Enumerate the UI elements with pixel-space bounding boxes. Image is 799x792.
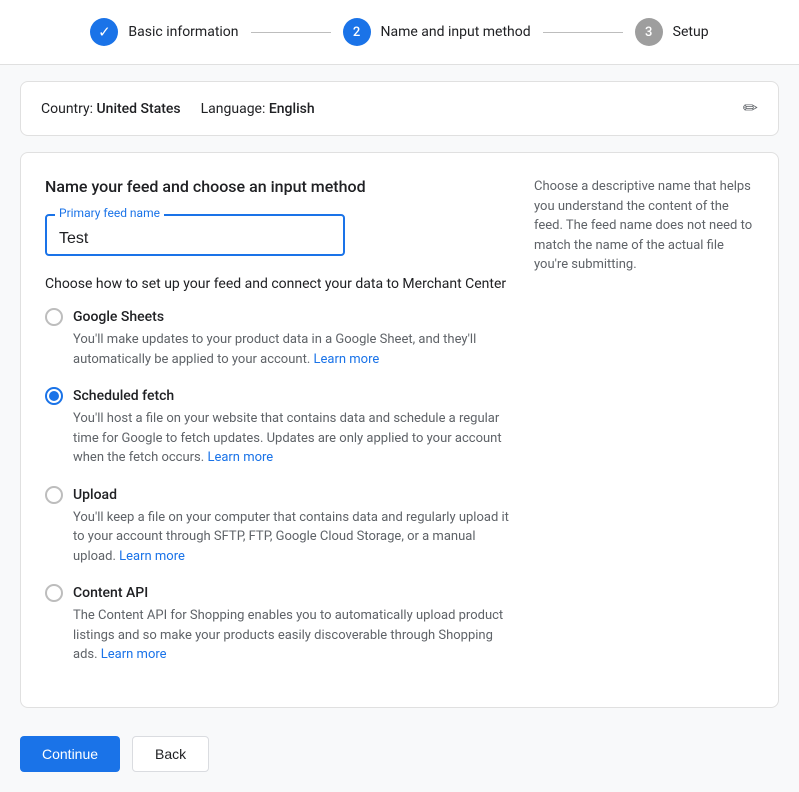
option-google-sheets-text: Google Sheets — [73, 309, 164, 325]
edit-icon[interactable]: ✏ — [743, 98, 758, 119]
main-content: Name your feed and choose an input metho… — [45, 177, 510, 683]
info-bar-left: Country: United States Language: English — [41, 101, 315, 117]
stepper: ✓ Basic information 2 Name and input met… — [0, 0, 799, 65]
option-content-api-text: Content API — [73, 585, 148, 601]
option-upload-text: Upload — [73, 487, 117, 503]
option-upload-label[interactable]: Upload — [45, 486, 510, 504]
step-name-and-input: 2 Name and input method — [343, 18, 531, 46]
radio-circle-scheduled-fetch[interactable] — [45, 387, 63, 405]
step-connector-1 — [251, 32, 331, 33]
option-content-api-label[interactable]: Content API — [45, 584, 510, 602]
radio-circle-content-api[interactable] — [45, 584, 63, 602]
continue-button[interactable]: Continue — [20, 736, 120, 772]
primary-feed-name-group: Primary feed name — [45, 214, 345, 256]
step-number-3: 3 — [645, 25, 652, 40]
step-circle-3: 3 — [635, 18, 663, 46]
google-sheets-learn-more[interactable]: Learn more — [313, 352, 379, 367]
step-label-3: Setup — [673, 24, 709, 40]
step-label-1: Basic information — [128, 24, 238, 40]
step-number-2: 2 — [353, 25, 360, 40]
radio-circle-google-sheets[interactable] — [45, 308, 63, 326]
step-connector-2 — [543, 32, 623, 33]
main-hint: Choose a descriptive name that helps you… — [534, 177, 754, 683]
step-label-2: Name and input method — [381, 24, 531, 40]
info-bar: Country: United States Language: English… — [20, 81, 779, 136]
step-circle-1: ✓ — [90, 18, 118, 46]
checkmark-icon: ✓ — [98, 23, 111, 41]
country-value: United States — [97, 101, 181, 117]
option-content-api: Content API The Content API for Shopping… — [45, 584, 510, 665]
bottom-bar: Continue Back — [0, 724, 799, 792]
choose-title: Choose how to set up your feed and conne… — [45, 276, 510, 292]
option-content-api-desc: The Content API for Shopping enables you… — [73, 606, 510, 665]
step-setup: 3 Setup — [635, 18, 709, 46]
option-scheduled-fetch-label[interactable]: Scheduled fetch — [45, 387, 510, 405]
radio-circle-upload[interactable] — [45, 486, 63, 504]
section-title: Name your feed and choose an input metho… — [45, 177, 510, 196]
option-google-sheets-desc: You'll make updates to your product data… — [73, 330, 510, 369]
primary-feed-input[interactable] — [45, 214, 345, 256]
option-upload: Upload You'll keep a file on your comput… — [45, 486, 510, 567]
option-google-sheets: Google Sheets You'll make updates to you… — [45, 308, 510, 369]
back-button[interactable]: Back — [132, 736, 209, 772]
language-info: Language: English — [201, 101, 315, 117]
step-basic-information: ✓ Basic information — [90, 18, 238, 46]
scheduled-fetch-learn-more[interactable]: Learn more — [207, 450, 273, 465]
country-info: Country: United States — [41, 101, 181, 117]
language-value: English — [269, 101, 315, 117]
main-card: Name your feed and choose an input metho… — [20, 152, 779, 708]
upload-learn-more[interactable]: Learn more — [119, 549, 185, 564]
option-upload-desc: You'll keep a file on your computer that… — [73, 508, 510, 567]
option-google-sheets-label[interactable]: Google Sheets — [45, 308, 510, 326]
content-api-learn-more[interactable]: Learn more — [101, 647, 167, 662]
option-scheduled-fetch: Scheduled fetch You'll host a file on yo… — [45, 387, 510, 468]
step-circle-2: 2 — [343, 18, 371, 46]
option-scheduled-fetch-desc: You'll host a file on your website that … — [73, 409, 510, 468]
option-scheduled-fetch-text: Scheduled fetch — [73, 388, 174, 404]
